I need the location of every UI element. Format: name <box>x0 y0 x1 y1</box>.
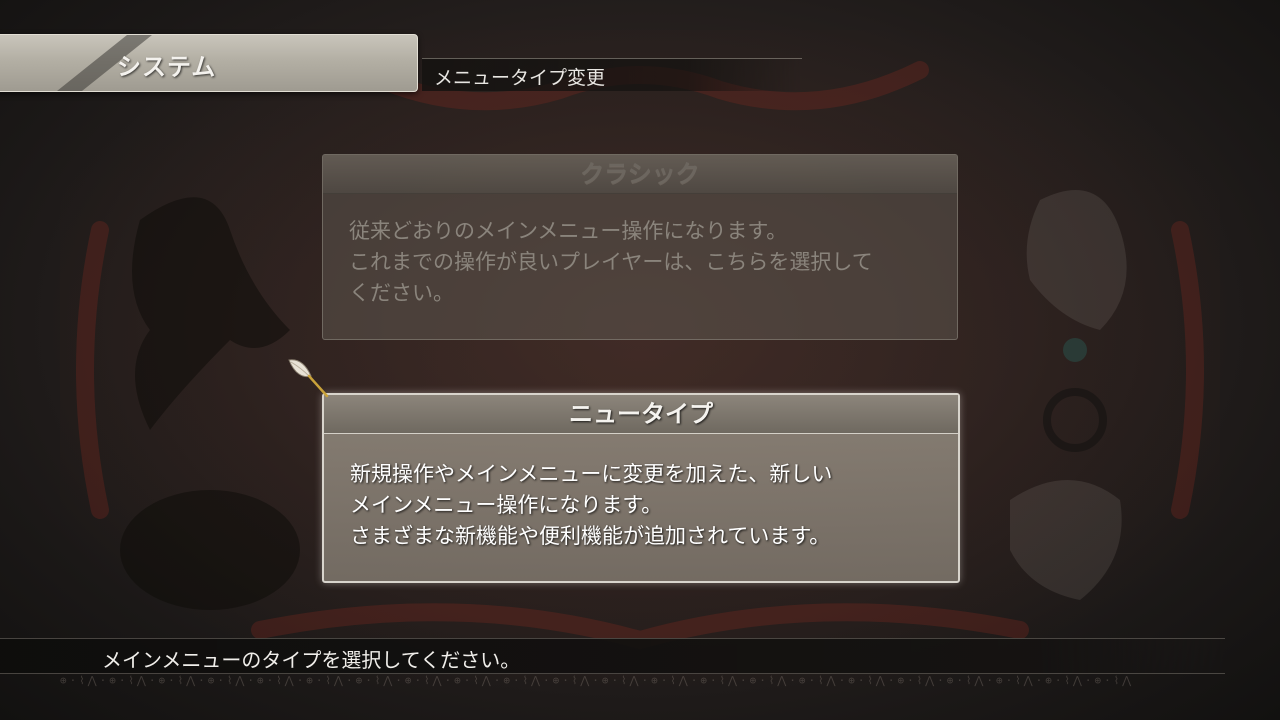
subtitle-bar: メニュータイプ変更 <box>422 58 802 91</box>
option-new-type-title: ニュータイプ <box>324 395 958 434</box>
option-new-type-description: 新規操作やメインメニューに変更を加えた、新しい メインメニュー操作になります。 … <box>350 462 833 548</box>
title-plate: システム <box>0 34 418 92</box>
option-classic-title: クラシック <box>323 155 957 194</box>
help-bar: メインメニューのタイプを選択してください。 <box>0 638 1225 674</box>
option-new-type[interactable]: ニュータイプ 新規操作やメインメニューに変更を加えた、新しい メインメニュー操作… <box>322 393 960 583</box>
option-classic-description: 従来どおりのメインメニュー操作になります。 これまでの操作が良いプレイヤーは、こ… <box>349 219 873 305</box>
tapestry-border-pattern: ⊕·⌇⋀·⊕·⌇⋀·⊕·⌇⋀·⊕·⌇⋀·⊕·⌇⋀·⊕·⌇⋀·⊕·⌇⋀·⊕·⌇⋀·… <box>60 674 1135 687</box>
help-text: メインメニューのタイプを選択してください。 <box>102 648 521 672</box>
page-subtitle: メニュータイプ変更 <box>434 67 606 89</box>
system-menu-screen: システム メニュータイプ変更 クラシック 従来どおりのメインメニュー操作になりま… <box>0 0 1280 720</box>
page-title: システム <box>117 53 217 81</box>
option-classic[interactable]: クラシック 従来どおりのメインメニュー操作になります。 これまでの操作が良いプレ… <box>322 154 958 340</box>
quill-feather-icon <box>288 359 329 398</box>
